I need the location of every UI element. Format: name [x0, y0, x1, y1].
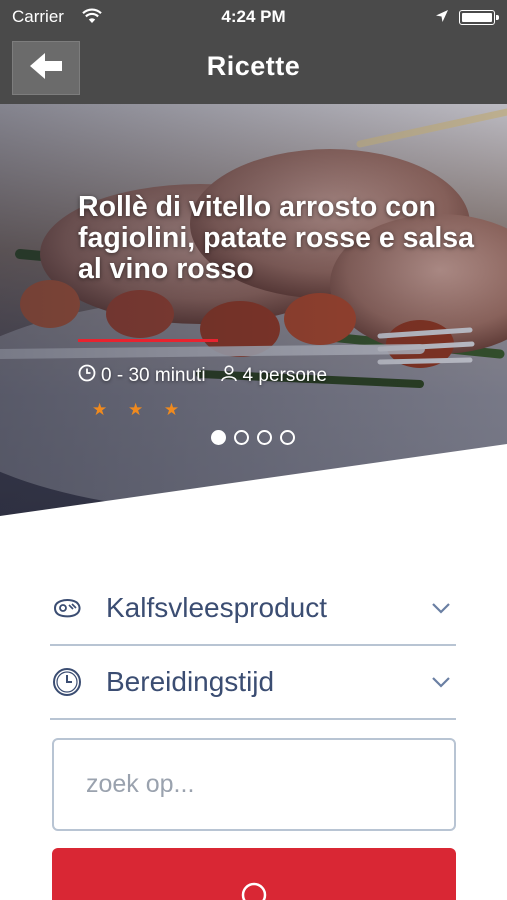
navigation-bar: Ricette: [0, 34, 507, 104]
recipe-photo: [0, 104, 507, 524]
location-arrow-icon: [435, 8, 449, 28]
page-title: Ricette: [206, 51, 301, 81]
star-rating: ★ ★ ★: [92, 400, 188, 419]
clock-icon: [50, 667, 84, 697]
recipe-title[interactable]: Rollè di vitello arrosto con fagiolini, …: [78, 192, 478, 285]
search-input[interactable]: [54, 740, 454, 829]
chevron-down-icon: [428, 602, 454, 614]
clock-time: 4:24 PM: [221, 7, 286, 26]
page-dot-3[interactable]: [257, 430, 272, 445]
recipe-time: 0 - 30 minuti: [101, 365, 206, 386]
search-button[interactable]: [52, 848, 456, 900]
recipe-meta: 0 - 30 minuti 4 persone: [78, 364, 327, 388]
search-icon: [239, 848, 269, 900]
meat-product-label: Kalfsvleesproduct: [106, 592, 328, 623]
search-field[interactable]: [52, 738, 456, 831]
carousel-pagination: [211, 430, 303, 445]
status-bar: Carrier 4:24 PM: [0, 0, 507, 34]
preparation-time-select[interactable]: Bereidingstijd: [50, 646, 456, 720]
meat-product-select[interactable]: Kalfsvleesproduct: [50, 572, 456, 646]
preparation-time-label: Bereidingstijd: [106, 666, 275, 697]
person-icon: [220, 364, 243, 388]
battery-icon: [459, 10, 499, 25]
page-dot-2[interactable]: [234, 430, 249, 445]
recipe-persons: 4 persone: [242, 365, 328, 386]
title-underline: [78, 339, 218, 342]
recipe-carousel[interactable]: Rollè di vitello arrosto con fagiolini, …: [0, 104, 507, 524]
chevron-down-icon: [428, 676, 454, 688]
page-dot-4[interactable]: [280, 430, 295, 445]
page-dot-1[interactable]: [211, 430, 226, 445]
meat-icon: [50, 597, 84, 619]
clock-icon: [78, 364, 101, 388]
